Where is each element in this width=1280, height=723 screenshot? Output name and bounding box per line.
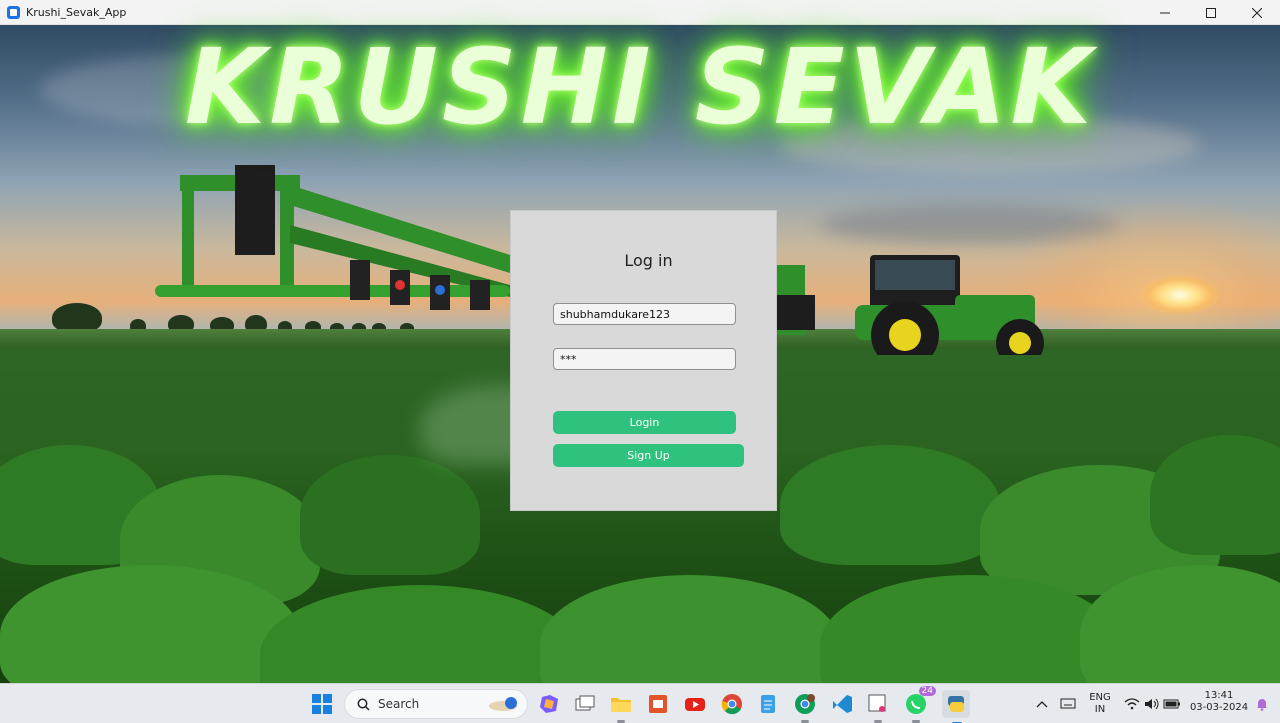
vscode-icon: [833, 695, 852, 713]
tractor: [775, 255, 1044, 355]
maximize-icon: [1206, 7, 1216, 18]
minimize-button[interactable]: [1142, 0, 1188, 25]
folder-icon: [611, 698, 631, 712]
file-explorer-button[interactable]: [609, 692, 633, 723]
chrome-button[interactable]: [720, 692, 744, 716]
sprayer-machine: [155, 165, 510, 310]
notification-badge: 24: [918, 686, 936, 696]
chevron-up-icon: [1036, 701, 1048, 708]
login-button[interactable]: Login: [553, 411, 736, 434]
taskbar: Search 24 ENG IN 13:41 03-03-2024: [0, 683, 1280, 723]
window-controls: [1142, 0, 1280, 25]
whatsapp-button[interactable]: 24: [904, 686, 936, 723]
chrome-icon: [721, 694, 742, 715]
task-view-button[interactable]: [573, 692, 597, 716]
calendar-app-icon: [649, 695, 667, 713]
python-app-button[interactable]: [942, 690, 970, 723]
battery-icon: [1163, 699, 1180, 709]
youtube-icon: [685, 698, 705, 711]
signup-button[interactable]: Sign Up: [553, 444, 744, 467]
vscode-button[interactable]: [830, 692, 854, 716]
maximize-button[interactable]: [1188, 0, 1234, 25]
password-input[interactable]: ***: [553, 348, 736, 370]
login-panel: Log in shubhamdukare123 *** Login Sign U…: [510, 210, 777, 511]
minimize-icon: [1160, 12, 1170, 13]
app-button-orange[interactable]: [646, 692, 670, 716]
snipping-tool-icon: [868, 694, 886, 712]
chrome-profile-icon: [795, 694, 815, 714]
app-icon: [7, 5, 20, 19]
display-icon: [1060, 698, 1076, 709]
notepad-icon: [761, 695, 775, 713]
python-icon: [948, 696, 964, 712]
search-label: Search: [378, 697, 420, 711]
bell-icon: [1257, 699, 1267, 711]
language-indicator[interactable]: ENG IN: [1088, 692, 1112, 716]
copilot-icon: [540, 695, 558, 713]
login-heading: Log in: [624, 251, 673, 270]
show-hidden-icons-button[interactable]: [1030, 692, 1054, 716]
wifi-icon: [1124, 698, 1140, 710]
clock[interactable]: 13:41 03-03-2024: [1188, 690, 1250, 714]
notifications-button[interactable]: [1250, 692, 1274, 716]
clock-date: 03-03-2024: [1189, 702, 1249, 713]
copilot-button[interactable]: [537, 692, 561, 716]
window-title: Krushi_Sevak_App: [26, 5, 127, 19]
youtube-button[interactable]: [683, 692, 707, 716]
username-input[interactable]: shubhamdukare123: [553, 303, 736, 325]
whatsapp-icon: [906, 694, 926, 714]
search-highlight-icon: [489, 697, 517, 711]
lang-top: ENG: [1089, 692, 1111, 703]
search-icon: [357, 698, 370, 711]
snipping-tool-button[interactable]: [866, 692, 890, 723]
lang-bottom: IN: [1094, 704, 1106, 715]
tray-device-button[interactable]: [1056, 692, 1080, 716]
close-button[interactable]: [1234, 0, 1280, 25]
window-titlebar: Krushi_Sevak_App: [0, 0, 1280, 25]
close-icon: [1252, 7, 1262, 18]
notepad-button[interactable]: [756, 692, 780, 716]
clock-time: 13:41: [1204, 690, 1234, 701]
windows-start-icon: [312, 694, 332, 714]
chrome-profile-button[interactable]: [793, 692, 817, 723]
start-button[interactable]: [310, 692, 334, 716]
task-view-icon: [575, 695, 595, 711]
taskbar-search[interactable]: Search: [344, 689, 528, 719]
sun: [1140, 275, 1220, 315]
speaker-icon: [1145, 698, 1159, 710]
battery-button[interactable]: [1160, 692, 1184, 716]
app-title: KRUSHI SEVAK: [184, 26, 1096, 148]
